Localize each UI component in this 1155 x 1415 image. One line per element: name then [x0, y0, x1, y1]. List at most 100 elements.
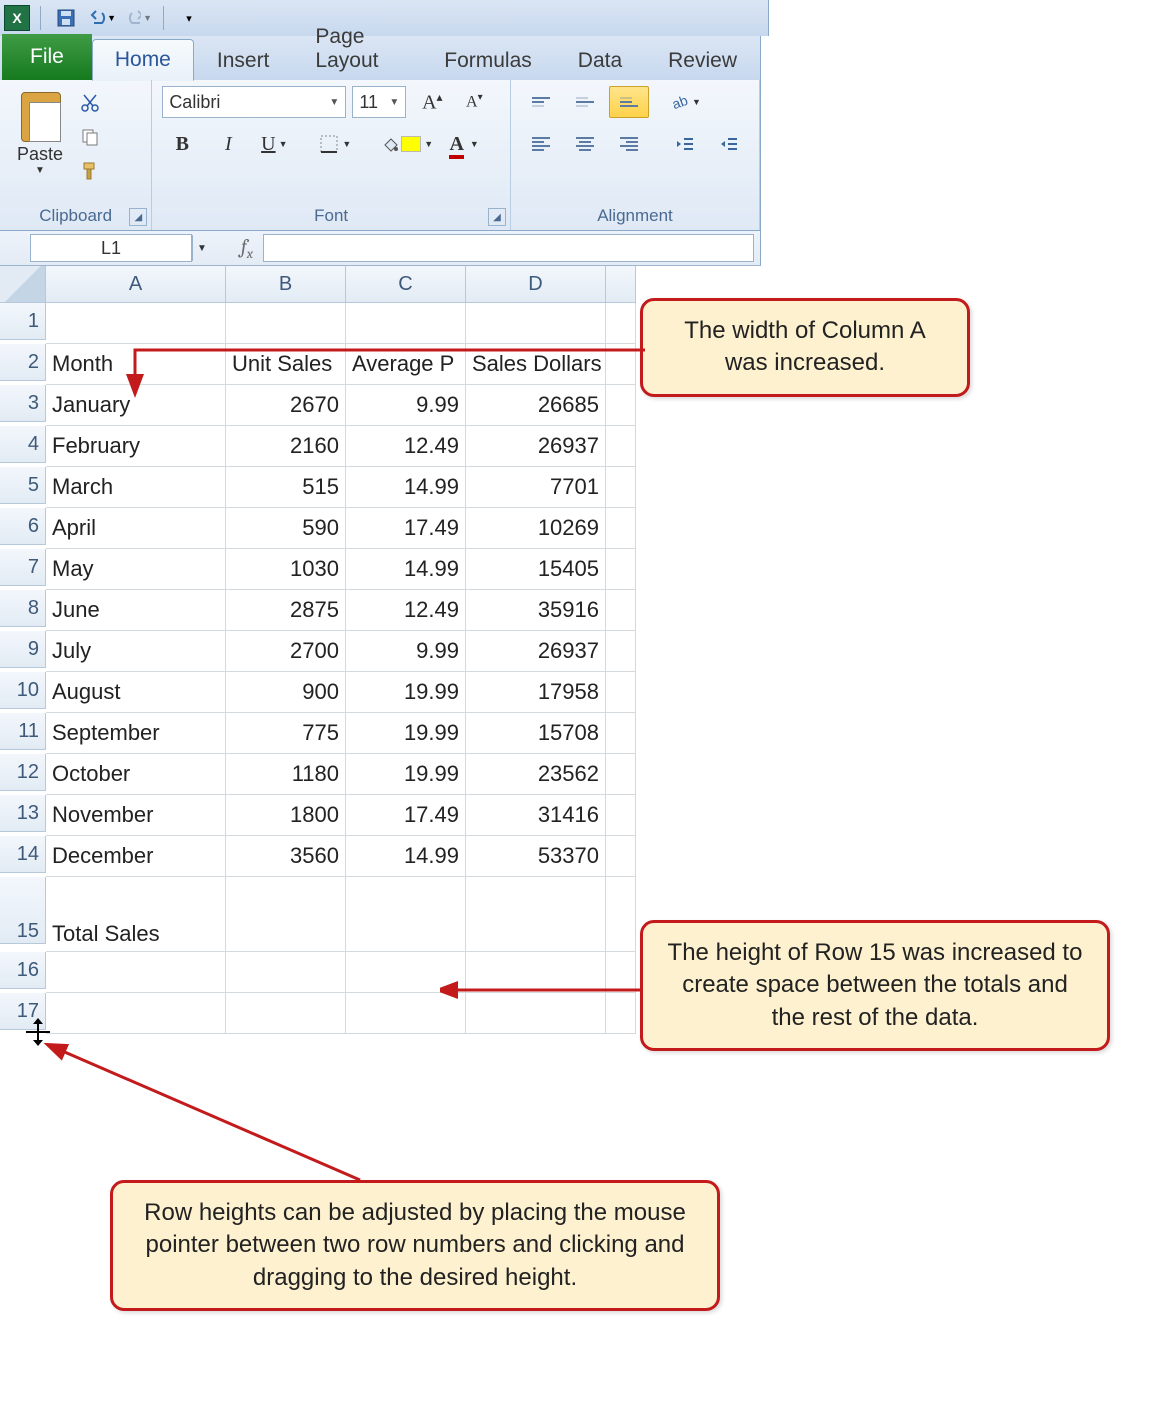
cell[interactable]: 17.49 [346, 508, 466, 549]
decrease-indent-button[interactable] [665, 128, 705, 160]
cell[interactable] [606, 672, 636, 713]
tab-formulas[interactable]: Formulas [421, 40, 555, 81]
cell[interactable]: 7701 [466, 467, 606, 508]
row-header[interactable]: 6 [0, 508, 46, 545]
save-button[interactable] [51, 3, 81, 33]
tab-file[interactable]: File [2, 34, 92, 80]
cell[interactable]: Total Sales [46, 877, 226, 952]
cell[interactable] [346, 993, 466, 1034]
grow-font-button[interactable]: A▴ [412, 86, 452, 118]
cell[interactable]: 17.49 [346, 795, 466, 836]
worksheet-grid[interactable]: ABCD12MonthUnit SalesAverage PSales Doll… [0, 266, 636, 1034]
column-header[interactable]: A [46, 266, 226, 303]
cell[interactable]: 14.99 [346, 467, 466, 508]
borders-button[interactable]: ▼ [314, 128, 356, 160]
row-header[interactable]: 11 [0, 713, 46, 750]
cell[interactable]: 12.49 [346, 590, 466, 631]
cell[interactable] [226, 952, 346, 993]
cell[interactable] [606, 877, 636, 952]
copy-button[interactable] [76, 124, 104, 150]
cell[interactable] [606, 754, 636, 795]
fill-color-button[interactable]: ▼ [376, 128, 438, 160]
cell[interactable]: 19.99 [346, 713, 466, 754]
cell[interactable]: Month [46, 344, 226, 385]
column-header[interactable] [606, 266, 636, 303]
tab-page-layout[interactable]: Page Layout [292, 16, 421, 81]
cell[interactable]: 23562 [466, 754, 606, 795]
cell[interactable]: February [46, 426, 226, 467]
cell[interactable] [226, 993, 346, 1034]
cell[interactable]: 12.49 [346, 426, 466, 467]
cell[interactable]: 19.99 [346, 754, 466, 795]
cell[interactable]: 2700 [226, 631, 346, 672]
align-middle-button[interactable] [565, 86, 605, 118]
cell[interactable]: 775 [226, 713, 346, 754]
row-header[interactable]: 12 [0, 754, 46, 791]
row-header[interactable]: 4 [0, 426, 46, 463]
cell[interactable]: 515 [226, 467, 346, 508]
dropdown-caret-icon[interactable]: ▼ [107, 13, 116, 23]
cell[interactable]: July [46, 631, 226, 672]
column-header[interactable]: D [466, 266, 606, 303]
cell[interactable]: September [46, 713, 226, 754]
format-painter-button[interactable] [76, 158, 104, 184]
tab-review[interactable]: Review [645, 40, 760, 81]
cell[interactable]: 14.99 [346, 549, 466, 590]
shrink-font-button[interactable]: A▾ [454, 86, 494, 118]
row-header[interactable]: 15 [0, 877, 46, 944]
row-header[interactable]: 2 [0, 344, 46, 381]
tab-data[interactable]: Data [555, 40, 645, 81]
cell[interactable]: 9.99 [346, 385, 466, 426]
align-top-button[interactable] [521, 86, 561, 118]
font-dialog-launcher[interactable]: ◢ [488, 208, 506, 226]
tab-home[interactable]: Home [92, 39, 194, 81]
cell[interactable] [226, 303, 346, 344]
cell[interactable] [346, 303, 466, 344]
cell[interactable]: 14.99 [346, 836, 466, 877]
cell[interactable] [606, 795, 636, 836]
customize-qat-button[interactable]: ▾ [174, 3, 204, 33]
cell[interactable] [466, 303, 606, 344]
paste-button[interactable]: Paste ▼ [10, 86, 70, 184]
undo-button[interactable]: ▼ [87, 3, 117, 33]
cell[interactable] [606, 590, 636, 631]
cell[interactable]: 15708 [466, 713, 606, 754]
row-header[interactable]: 1 [0, 303, 46, 340]
bold-button[interactable]: B [162, 128, 202, 160]
dropdown-caret-icon[interactable]: ▼ [424, 139, 433, 149]
cell[interactable]: 3560 [226, 836, 346, 877]
cell[interactable] [606, 508, 636, 549]
cell[interactable]: 19.99 [346, 672, 466, 713]
increase-indent-button[interactable] [709, 128, 749, 160]
row-header[interactable]: 5 [0, 467, 46, 504]
cell[interactable] [606, 952, 636, 993]
cell[interactable]: March [46, 467, 226, 508]
cell[interactable] [606, 344, 636, 385]
cell[interactable]: October [46, 754, 226, 795]
dropdown-caret-icon[interactable]: ▼ [470, 139, 479, 149]
cell[interactable]: January [46, 385, 226, 426]
cell[interactable] [346, 952, 466, 993]
paste-dropdown[interactable]: ▼ [10, 165, 70, 176]
align-center-button[interactable] [565, 128, 605, 160]
font-color-button[interactable]: A ▼ [444, 128, 484, 160]
cell[interactable] [46, 993, 226, 1034]
name-box[interactable]: L1 [30, 234, 192, 262]
cell[interactable]: May [46, 549, 226, 590]
font-size-combo[interactable]: 11 ▼ [352, 86, 406, 118]
select-all-corner[interactable] [0, 266, 46, 303]
cell[interactable] [226, 877, 346, 952]
cell[interactable] [606, 385, 636, 426]
column-header[interactable]: B [226, 266, 346, 303]
italic-button[interactable]: I [208, 128, 248, 160]
row-header[interactable]: 7 [0, 549, 46, 586]
cell[interactable]: Average P [346, 344, 466, 385]
formula-bar-input[interactable] [263, 234, 754, 262]
cell[interactable] [606, 631, 636, 672]
cell[interactable]: 590 [226, 508, 346, 549]
tab-insert[interactable]: Insert [194, 40, 293, 81]
dropdown-caret-icon[interactable]: ▼ [143, 13, 152, 23]
row-header[interactable]: 3 [0, 385, 46, 422]
cell[interactable]: Sales Dollars [466, 344, 606, 385]
cell[interactable]: June [46, 590, 226, 631]
